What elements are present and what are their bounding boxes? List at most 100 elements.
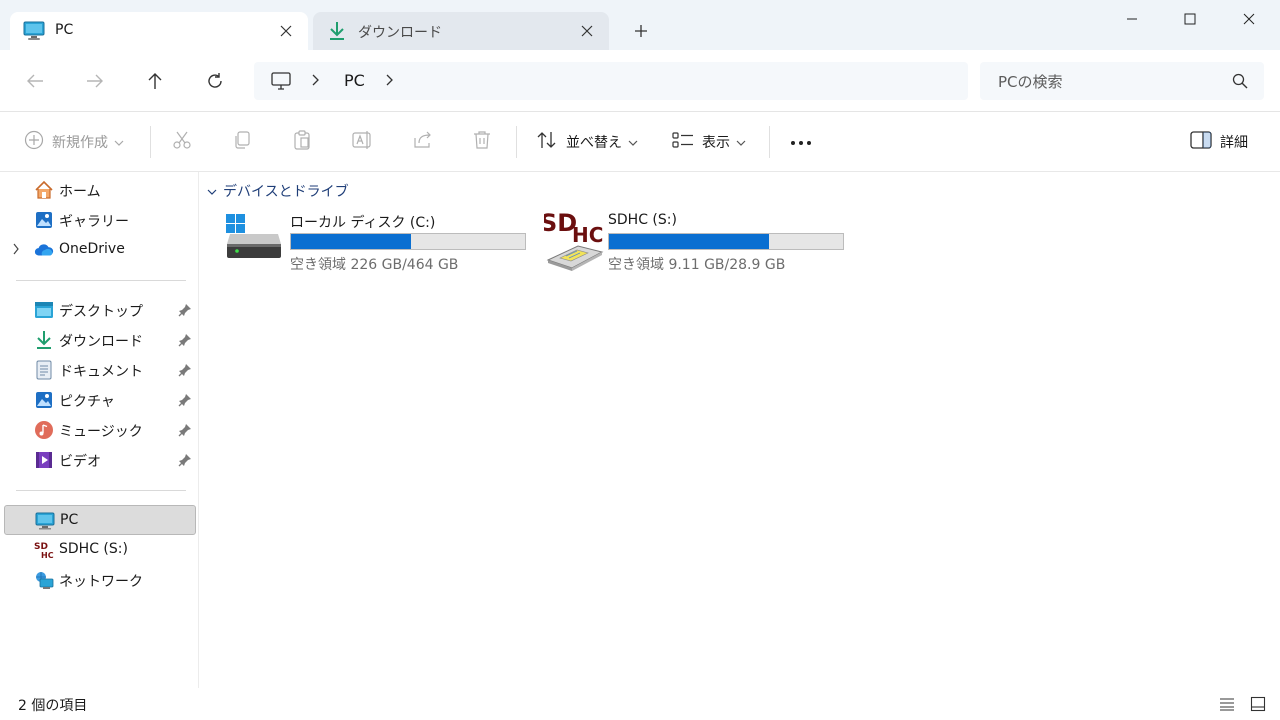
sidebar-item-gallery[interactable]: ギャラリー bbox=[4, 205, 196, 235]
chevron-down-icon bbox=[736, 134, 746, 150]
sidebar-item-pc[interactable]: PC bbox=[4, 505, 196, 535]
home-icon bbox=[34, 180, 54, 200]
cut-button[interactable] bbox=[172, 130, 192, 154]
sidebar-item-home[interactable]: ホーム bbox=[4, 175, 196, 205]
sidebar-item-label: ビデオ bbox=[59, 454, 101, 470]
download-icon bbox=[34, 330, 54, 350]
close-tab-icon[interactable] bbox=[276, 21, 296, 41]
search-input[interactable]: PCの検索 bbox=[980, 62, 1264, 100]
monitor-icon bbox=[23, 21, 45, 41]
group-header-label: デバイスとドライブ bbox=[223, 184, 349, 200]
details-pane-button[interactable]: 詳細 bbox=[1190, 130, 1248, 154]
chevron-down-icon bbox=[114, 134, 124, 150]
pin-icon[interactable] bbox=[178, 363, 192, 377]
sidebar-item-label: ミュージック bbox=[59, 424, 143, 440]
pin-icon[interactable] bbox=[178, 423, 192, 437]
chevron-right-icon[interactable] bbox=[386, 73, 394, 91]
sidebar-item-music[interactable]: ミュージック bbox=[4, 415, 196, 445]
share-icon bbox=[412, 130, 434, 154]
tab-pc[interactable]: PC bbox=[10, 12, 308, 50]
onedrive-cloud-icon bbox=[34, 240, 54, 260]
monitor-outline-icon bbox=[270, 71, 292, 91]
divider bbox=[150, 126, 151, 158]
details-label: 詳細 bbox=[1220, 135, 1248, 151]
sidebar-item-desktop[interactable]: デスクトップ bbox=[4, 295, 196, 325]
rename-button[interactable] bbox=[352, 130, 374, 154]
navigation-pane: ホーム ギャラリー OneDrive デスクトップ ダウンロード ドキュメント … bbox=[0, 172, 198, 688]
drive-item-s[interactable]: SD HC SDHC (S:) 空き領域 9.11 GB/28.9 GB bbox=[540, 208, 854, 278]
close-tab-icon[interactable] bbox=[577, 21, 597, 41]
sidebar-item-pictures[interactable]: ピクチャ bbox=[4, 385, 196, 415]
video-icon bbox=[34, 450, 54, 470]
details-pane-icon bbox=[1190, 131, 1212, 153]
back-arrow-icon[interactable] bbox=[22, 68, 48, 94]
search-icon[interactable] bbox=[1232, 73, 1248, 89]
pin-icon[interactable] bbox=[178, 333, 192, 347]
sidebar-item-label: ギャラリー bbox=[59, 214, 129, 230]
chevron-down-icon bbox=[207, 183, 217, 199]
sidebar-item-label: ドキュメント bbox=[59, 364, 143, 380]
view-label: 表示 bbox=[702, 135, 730, 151]
up-arrow-icon[interactable] bbox=[142, 68, 168, 94]
pin-icon[interactable] bbox=[178, 393, 192, 407]
sort-arrows-icon bbox=[536, 130, 558, 154]
drive-usage-fill bbox=[609, 234, 770, 249]
tab-label: PC bbox=[55, 22, 74, 38]
sidebar-divider bbox=[16, 490, 186, 491]
details-view-icon[interactable] bbox=[1218, 695, 1236, 713]
sidebar-item-network[interactable]: ネットワーク bbox=[4, 565, 196, 595]
network-icon bbox=[34, 570, 54, 590]
sidebar-item-label: ピクチャ bbox=[59, 394, 115, 410]
breadcrumb-pc[interactable]: PC bbox=[344, 71, 365, 90]
tiles-view-icon[interactable] bbox=[1249, 695, 1267, 713]
sidebar-item-label: ホーム bbox=[59, 184, 101, 200]
share-button[interactable] bbox=[412, 130, 434, 154]
download-icon bbox=[326, 21, 348, 41]
sidebar-item-label: OneDrive bbox=[59, 241, 125, 257]
pin-icon[interactable] bbox=[178, 303, 192, 317]
breadcrumb[interactable]: PC bbox=[254, 62, 968, 100]
pictures-icon bbox=[34, 390, 54, 410]
title-bar: PC ダウンロード bbox=[0, 0, 1280, 50]
drive-usage-bar bbox=[290, 233, 526, 250]
divider bbox=[516, 126, 517, 158]
pin-icon[interactable] bbox=[178, 453, 192, 467]
sidebar-item-videos[interactable]: ビデオ bbox=[4, 445, 196, 475]
status-bar: 2 個の項目 bbox=[0, 688, 1280, 720]
minimize-icon[interactable] bbox=[1121, 8, 1143, 30]
drive-usage-bar bbox=[608, 233, 844, 250]
plus-circle-icon bbox=[24, 130, 44, 154]
maximize-icon[interactable] bbox=[1179, 8, 1201, 30]
sidebar-item-documents[interactable]: ドキュメント bbox=[4, 355, 196, 385]
scissors-icon bbox=[172, 130, 192, 154]
new-tab-plus-icon[interactable] bbox=[630, 20, 652, 42]
view-button[interactable]: 表示 bbox=[672, 130, 746, 154]
tab-downloads[interactable]: ダウンロード bbox=[313, 12, 609, 50]
more-options-button[interactable] bbox=[790, 130, 812, 154]
group-header-devices[interactable]: デバイスとドライブ bbox=[207, 180, 349, 202]
clipboard-icon bbox=[292, 130, 312, 154]
sidebar-item-sdhc[interactable]: SD HC SDHC (S:) bbox=[4, 535, 196, 565]
pane-divider[interactable] bbox=[198, 172, 199, 688]
close-window-icon[interactable] bbox=[1238, 8, 1260, 30]
delete-button[interactable] bbox=[472, 130, 492, 154]
music-icon bbox=[34, 420, 54, 440]
windows-drive-icon bbox=[226, 210, 288, 272]
chevron-right-icon[interactable] bbox=[12, 243, 24, 257]
sdhc-card-icon: SD HC bbox=[540, 209, 606, 272]
sidebar-item-onedrive[interactable]: OneDrive bbox=[4, 235, 196, 265]
new-label: 新規作成 bbox=[52, 135, 108, 151]
address-bar: PC PCの検索 bbox=[0, 50, 1280, 112]
drive-usage-fill bbox=[291, 234, 412, 249]
sort-label: 並べ替え bbox=[566, 135, 622, 151]
forward-arrow-icon[interactable] bbox=[82, 68, 108, 94]
new-button[interactable]: 新規作成 bbox=[24, 130, 124, 154]
copy-button[interactable] bbox=[232, 130, 252, 154]
sort-button[interactable]: 並べ替え bbox=[536, 130, 638, 154]
sidebar-item-downloads[interactable]: ダウンロード bbox=[4, 325, 196, 355]
chevron-right-icon[interactable] bbox=[312, 73, 320, 91]
drive-item-c[interactable]: ローカル ディスク (C:) 空き領域 226 GB/464 GB bbox=[226, 208, 536, 278]
refresh-icon[interactable] bbox=[202, 68, 228, 94]
paste-button[interactable] bbox=[292, 130, 312, 154]
gallery-icon bbox=[34, 210, 54, 230]
